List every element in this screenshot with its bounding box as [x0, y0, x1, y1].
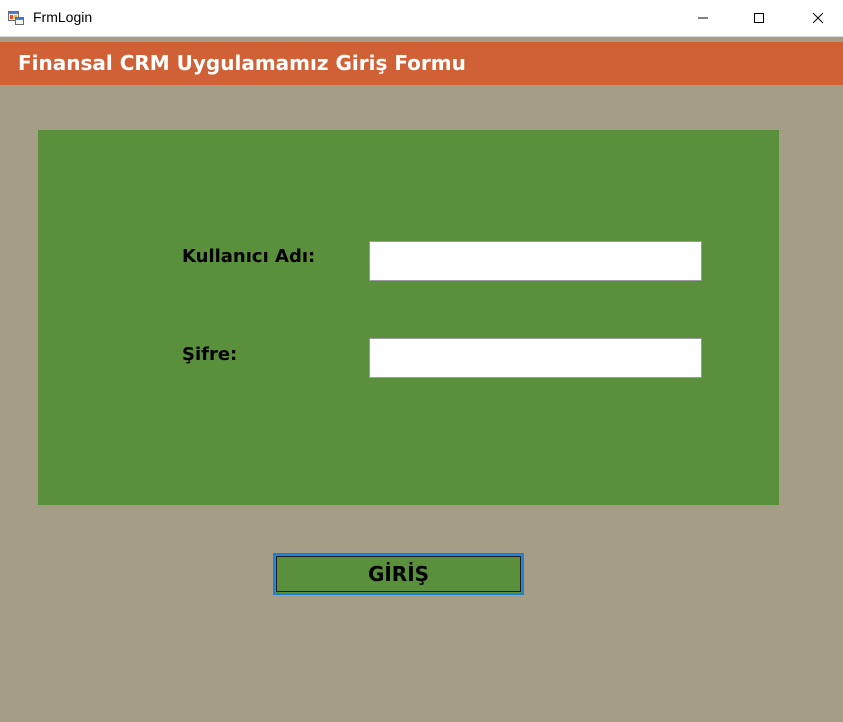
login-button-focus-frame: GİRİŞ	[276, 556, 521, 592]
password-label: Şifre:	[182, 344, 238, 365]
window-title: FrmLogin	[33, 9, 93, 25]
minimize-icon	[698, 17, 708, 19]
password-input[interactable]	[369, 338, 702, 378]
username-label: Kullanıcı Adı:	[182, 246, 316, 267]
close-button[interactable]	[795, 0, 841, 36]
close-icon	[812, 12, 824, 24]
app-icon[interactable]	[8, 9, 24, 25]
login-button-label: GİRİŞ	[367, 562, 430, 586]
form-heading: Finansal CRM Uygulamamız Giriş Formu	[18, 51, 466, 75]
login-button[interactable]: GİRİŞ	[273, 553, 524, 595]
login-panel: Kullanıcı Adı: Şifre:	[38, 130, 779, 505]
minimize-button[interactable]	[680, 0, 726, 36]
window-titlebar: FrmLogin	[0, 0, 843, 37]
username-input[interactable]	[369, 241, 702, 281]
maximize-button[interactable]	[736, 0, 782, 36]
header-banner: Finansal CRM Uygulamamız Giriş Formu	[0, 42, 843, 85]
maximize-icon	[754, 13, 764, 23]
